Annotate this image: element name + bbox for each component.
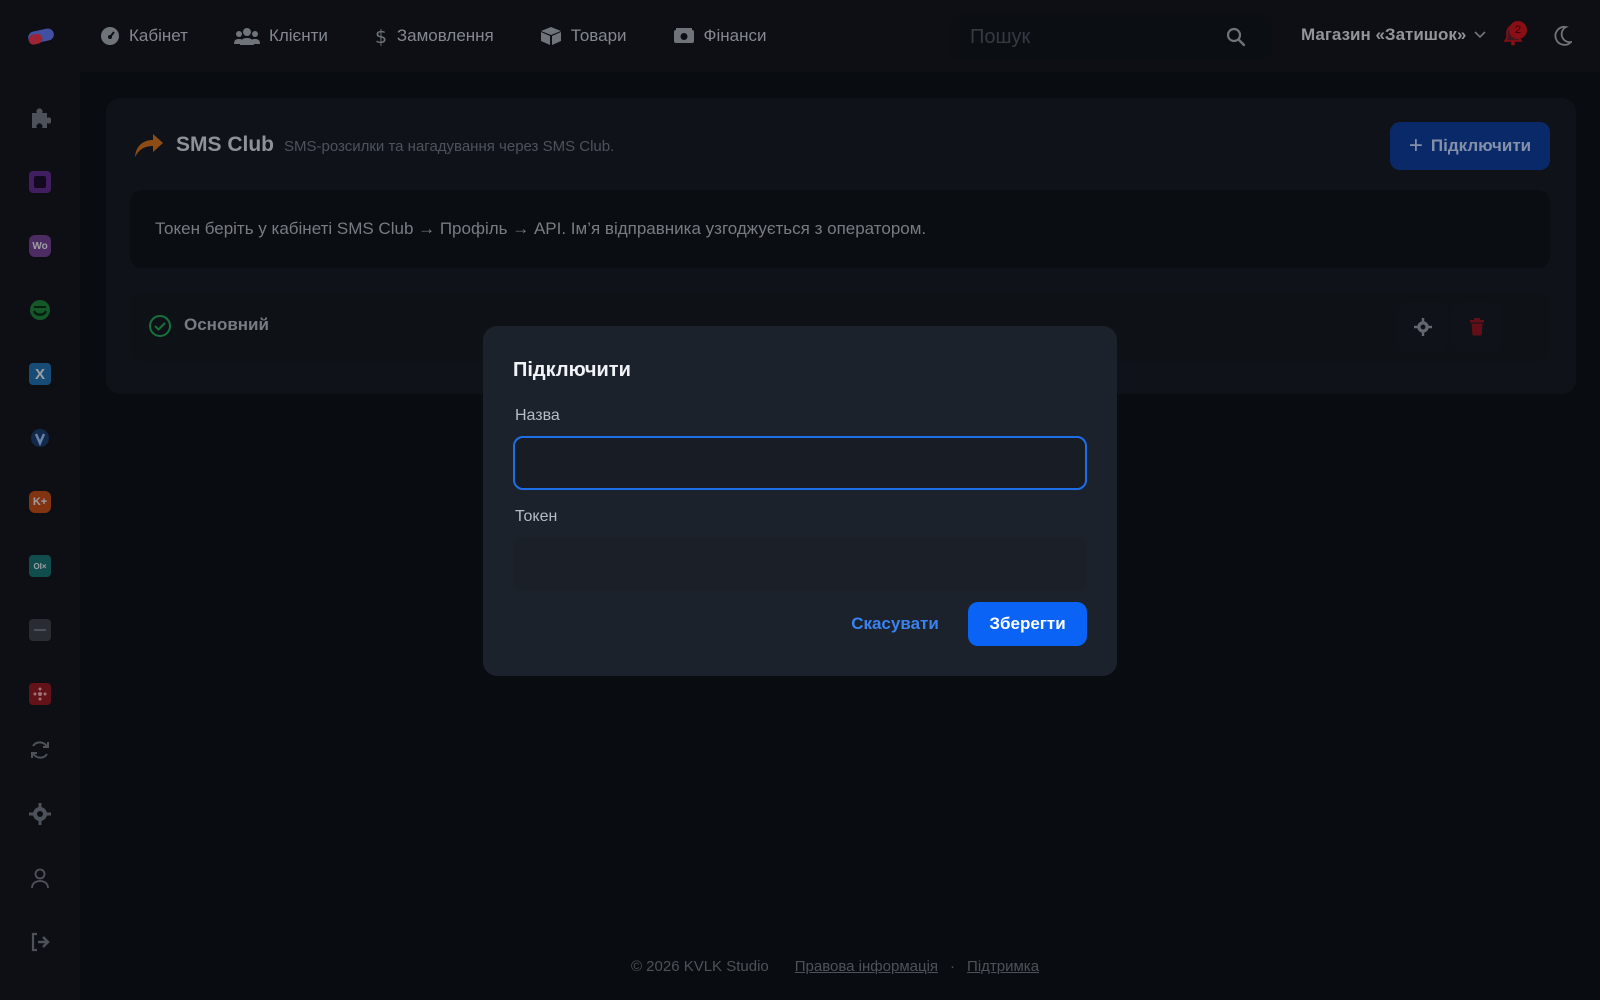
token-input[interactable] xyxy=(513,537,1087,591)
save-button[interactable]: Зберегти xyxy=(968,602,1087,646)
name-label: Назва xyxy=(515,407,560,424)
token-label: Токен xyxy=(515,508,558,525)
dialog-title: Підключити xyxy=(513,359,631,381)
connect-dialog: Підключити Назва Токен Скасувати Зберегт… xyxy=(483,326,1117,676)
cancel-button[interactable]: Скасувати xyxy=(845,602,945,646)
name-input[interactable] xyxy=(513,436,1087,490)
